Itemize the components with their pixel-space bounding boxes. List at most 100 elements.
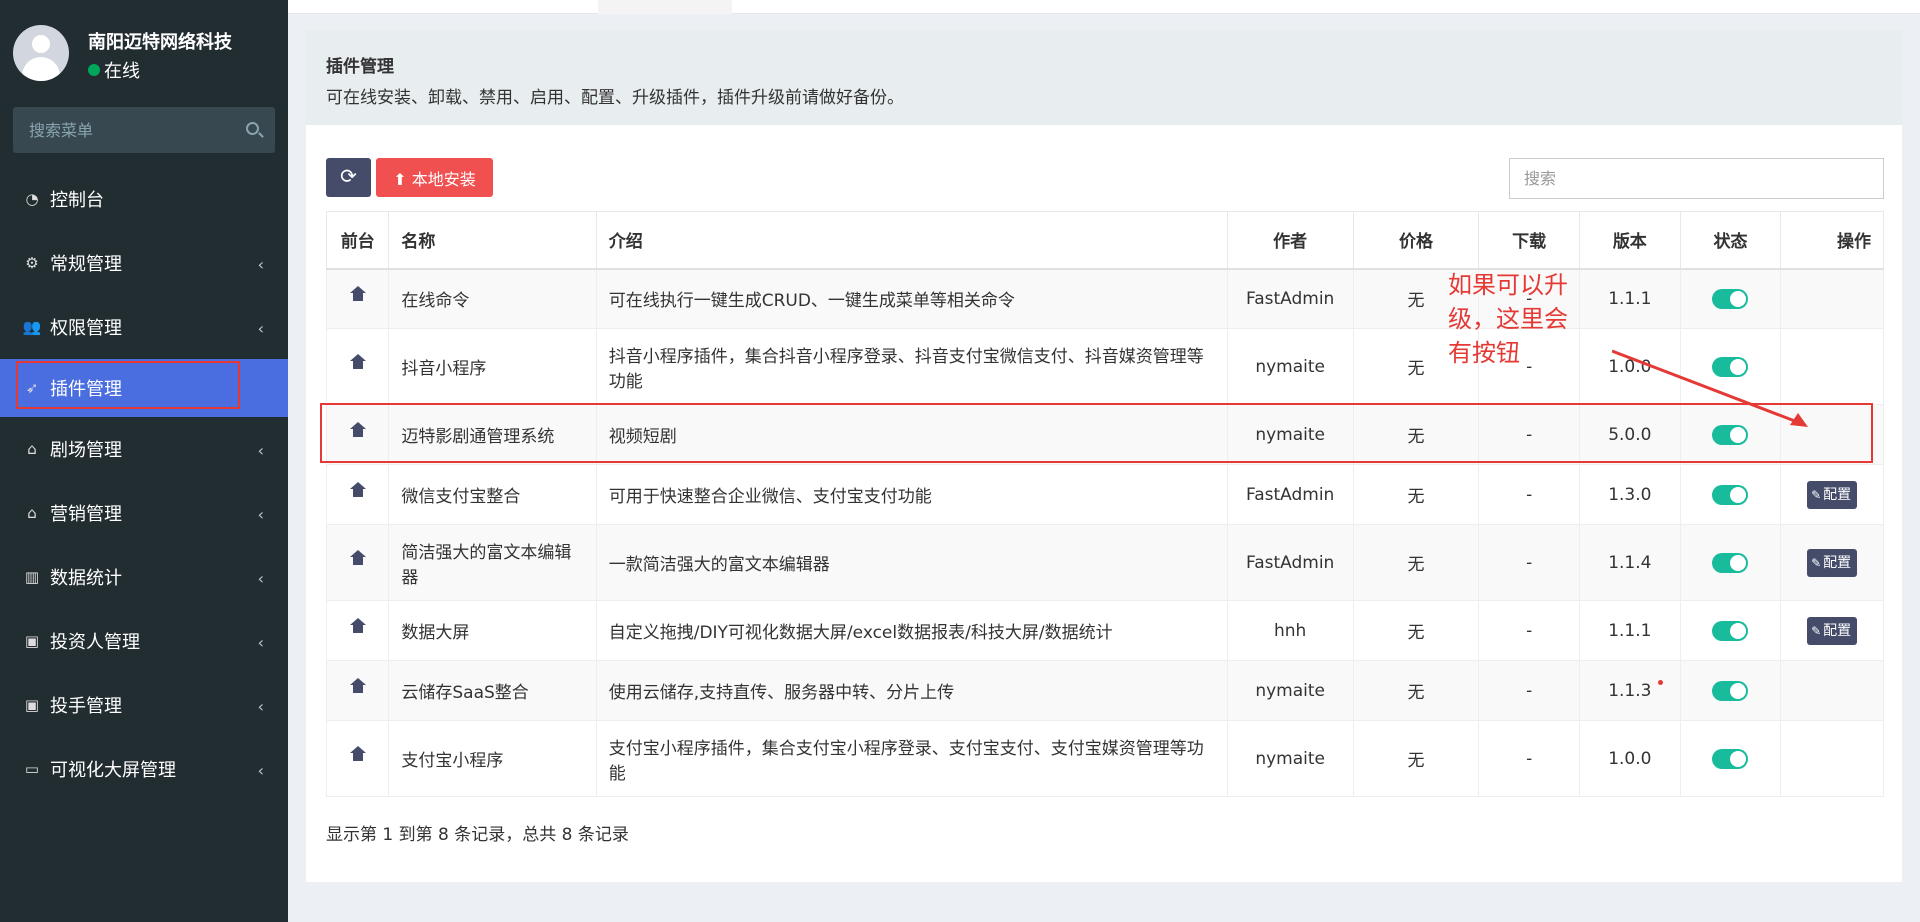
col-header-op[interactable]: 操作	[1780, 211, 1884, 270]
status-toggle[interactable]	[1712, 680, 1749, 701]
sidebar-item-1[interactable]: ⚙ 常规管理 ‹	[0, 231, 288, 295]
cell-version[interactable]: 1.3.0	[1579, 464, 1681, 525]
status-toggle[interactable]	[1712, 484, 1749, 505]
sidebar-item-0[interactable]: ◔ 控制台	[0, 167, 288, 231]
chevron-left-icon: ‹	[257, 255, 264, 274]
pencil-icon: ✎	[1811, 555, 1822, 570]
cell-version[interactable]: 1.0.0	[1579, 720, 1681, 797]
config-label: 配置	[1823, 554, 1852, 571]
pagination-info: 显示第 1 到第 8 条记录，总共 8 条记录	[326, 825, 629, 845]
sidebar-item-label: 投资人管理	[50, 632, 140, 653]
sidebar-item-3[interactable]: ➶ 插件管理	[0, 359, 288, 417]
sidebar-item-2[interactable]: 👥 权限管理 ‹	[0, 295, 288, 359]
cell-op: ✎ 配置	[1780, 464, 1884, 525]
home-icon[interactable]	[349, 677, 366, 696]
config-label: 配置	[1823, 486, 1852, 503]
home-icon[interactable]	[349, 549, 366, 568]
status-toggle[interactable]	[1712, 552, 1749, 573]
cell-author[interactable]: nymaite	[1226, 660, 1354, 721]
search-icon[interactable]	[246, 122, 259, 135]
sidebar-item-4[interactable]: ⌂ 剧场管理 ‹	[0, 417, 288, 481]
cell-version[interactable]: 1.1.3	[1579, 660, 1681, 721]
cell-front	[325, 268, 390, 329]
cell-status	[1679, 660, 1782, 721]
col-header-front[interactable]: 前台	[325, 211, 390, 270]
cell-name: 抖音小程序	[388, 328, 597, 405]
col-header-status[interactable]: 状态	[1679, 211, 1782, 270]
col-header-name[interactable]: 名称	[388, 211, 597, 270]
sidebar-item-label: 营销管理	[50, 504, 122, 525]
status-toggle[interactable]	[1712, 748, 1749, 769]
cell-name: 迈特影剧通管理系统	[388, 404, 597, 465]
sidebar-item-7[interactable]: ▣ 投资人管理 ‹	[0, 609, 288, 673]
chevron-left-icon: ‹	[257, 505, 264, 524]
panel-heading: 插件管理 可在线安装、卸载、禁用、启用、配置、升级插件，插件升级前请做好备份。	[306, 30, 1902, 125]
cell-version[interactable]: 1.1.1	[1579, 600, 1681, 661]
sidebar-item-6[interactable]: ▥ 数据统计 ‹	[0, 545, 288, 609]
cell-author[interactable]: nymaite	[1226, 328, 1354, 405]
sidebar: 南阳迈特网络科技 在线 ◔控制台⚙常规管理‹👥权限管理‹➶插件管理⌂剧场管理‹⌂…	[0, 0, 288, 922]
chevron-left-icon: ‹	[257, 697, 264, 716]
home-icon[interactable]	[349, 745, 366, 764]
cell-version[interactable]: 1.1.1	[1579, 268, 1681, 329]
home-icon[interactable]	[349, 421, 366, 440]
user-status: 在线	[88, 57, 140, 83]
col-header-author[interactable]: 作者	[1226, 211, 1354, 270]
sidebar-item-label: 剧场管理	[50, 440, 122, 461]
col-header-download[interactable]: 下载	[1478, 211, 1580, 270]
sidebar-item-8[interactable]: ▣ 投手管理 ‹	[0, 673, 288, 737]
status-toggle[interactable]	[1712, 288, 1749, 309]
config-button[interactable]: ✎ 配置	[1807, 616, 1858, 645]
sidebar-item-label: 常规管理	[50, 254, 122, 275]
cell-author[interactable]: nymaite	[1226, 404, 1354, 465]
col-header-price[interactable]: 价格	[1352, 211, 1480, 270]
col-header-intro[interactable]: 介绍	[595, 211, 1228, 270]
cell-status	[1679, 600, 1782, 661]
cell-price: 无	[1352, 660, 1480, 721]
refresh-button[interactable]	[326, 158, 371, 197]
cogs-icon: ⚙	[25, 254, 39, 272]
cell-author[interactable]: FastAdmin	[1226, 464, 1354, 525]
cell-intro: 可在线执行一键生成CRUD、一键生成菜单等相关命令	[595, 268, 1228, 329]
users-icon: 👥	[22, 318, 42, 336]
cell-version[interactable]: 1.1.4	[1579, 524, 1681, 601]
sidebar-search-input[interactable]	[13, 107, 233, 153]
config-button[interactable]: ✎ 配置	[1807, 548, 1858, 577]
local-install-button[interactable]: ⬆ 本地安装	[376, 158, 493, 197]
cell-op	[1780, 404, 1884, 465]
cell-op: ✎ 配置	[1780, 524, 1884, 601]
cell-author[interactable]: FastAdmin	[1226, 524, 1354, 601]
cell-price: 无	[1352, 404, 1480, 465]
table-search-input[interactable]	[1509, 158, 1884, 199]
cell-version[interactable]: 5.0.0	[1579, 404, 1681, 465]
nav-tab-active[interactable]	[598, 0, 732, 14]
cell-name: 微信支付宝整合	[388, 464, 597, 525]
sidebar-item-label: 可视化大屏管理	[50, 760, 176, 781]
sidebar-item-5[interactable]: ⌂ 营销管理 ‹	[0, 481, 288, 545]
plugins-table: 前台 名称 介绍 作者 价格 下载 版本 状态 操作 在线命令 可在线执行一键生成…	[325, 211, 1884, 797]
config-button[interactable]: ✎ 配置	[1807, 480, 1858, 509]
rocket-icon: ➶	[25, 379, 39, 397]
sidebar-item-9[interactable]: ▭ 可视化大屏管理 ‹	[0, 737, 288, 801]
cell-front	[325, 404, 390, 465]
cell-author[interactable]: nymaite	[1226, 720, 1354, 797]
home-icon[interactable]	[349, 481, 366, 500]
cell-author[interactable]: hnh	[1226, 600, 1354, 661]
cell-intro: 视频短剧	[595, 404, 1228, 465]
status-toggle[interactable]	[1712, 356, 1749, 377]
cell-download: -	[1478, 720, 1580, 797]
home-icon[interactable]	[349, 353, 366, 372]
home-icon[interactable]	[349, 617, 366, 636]
cell-name: 数据大屏	[388, 600, 597, 661]
plugin-panel: 插件管理 可在线安装、卸载、禁用、启用、配置、升级插件，插件升级前请做好备份。 …	[306, 30, 1902, 882]
cell-op	[1780, 268, 1884, 329]
cell-version[interactable]: 1.0.0	[1579, 328, 1681, 405]
cell-name: 简洁强大的富文本编辑器	[388, 524, 597, 601]
col-header-version[interactable]: 版本	[1579, 211, 1681, 270]
cell-author[interactable]: FastAdmin	[1226, 268, 1354, 329]
table-row: 抖音小程序 抖音小程序插件，集合抖音小程序登录、抖音支付宝微信支付、抖音媒资管理等…	[325, 328, 1884, 405]
home-icon[interactable]	[349, 285, 366, 304]
status-toggle[interactable]	[1712, 620, 1749, 641]
table-row: 数据大屏 自定义拖拽/DIY可视化数据大屏/excel数据报表/科技大屏/数据统计…	[325, 600, 1884, 661]
status-toggle[interactable]	[1712, 424, 1749, 445]
